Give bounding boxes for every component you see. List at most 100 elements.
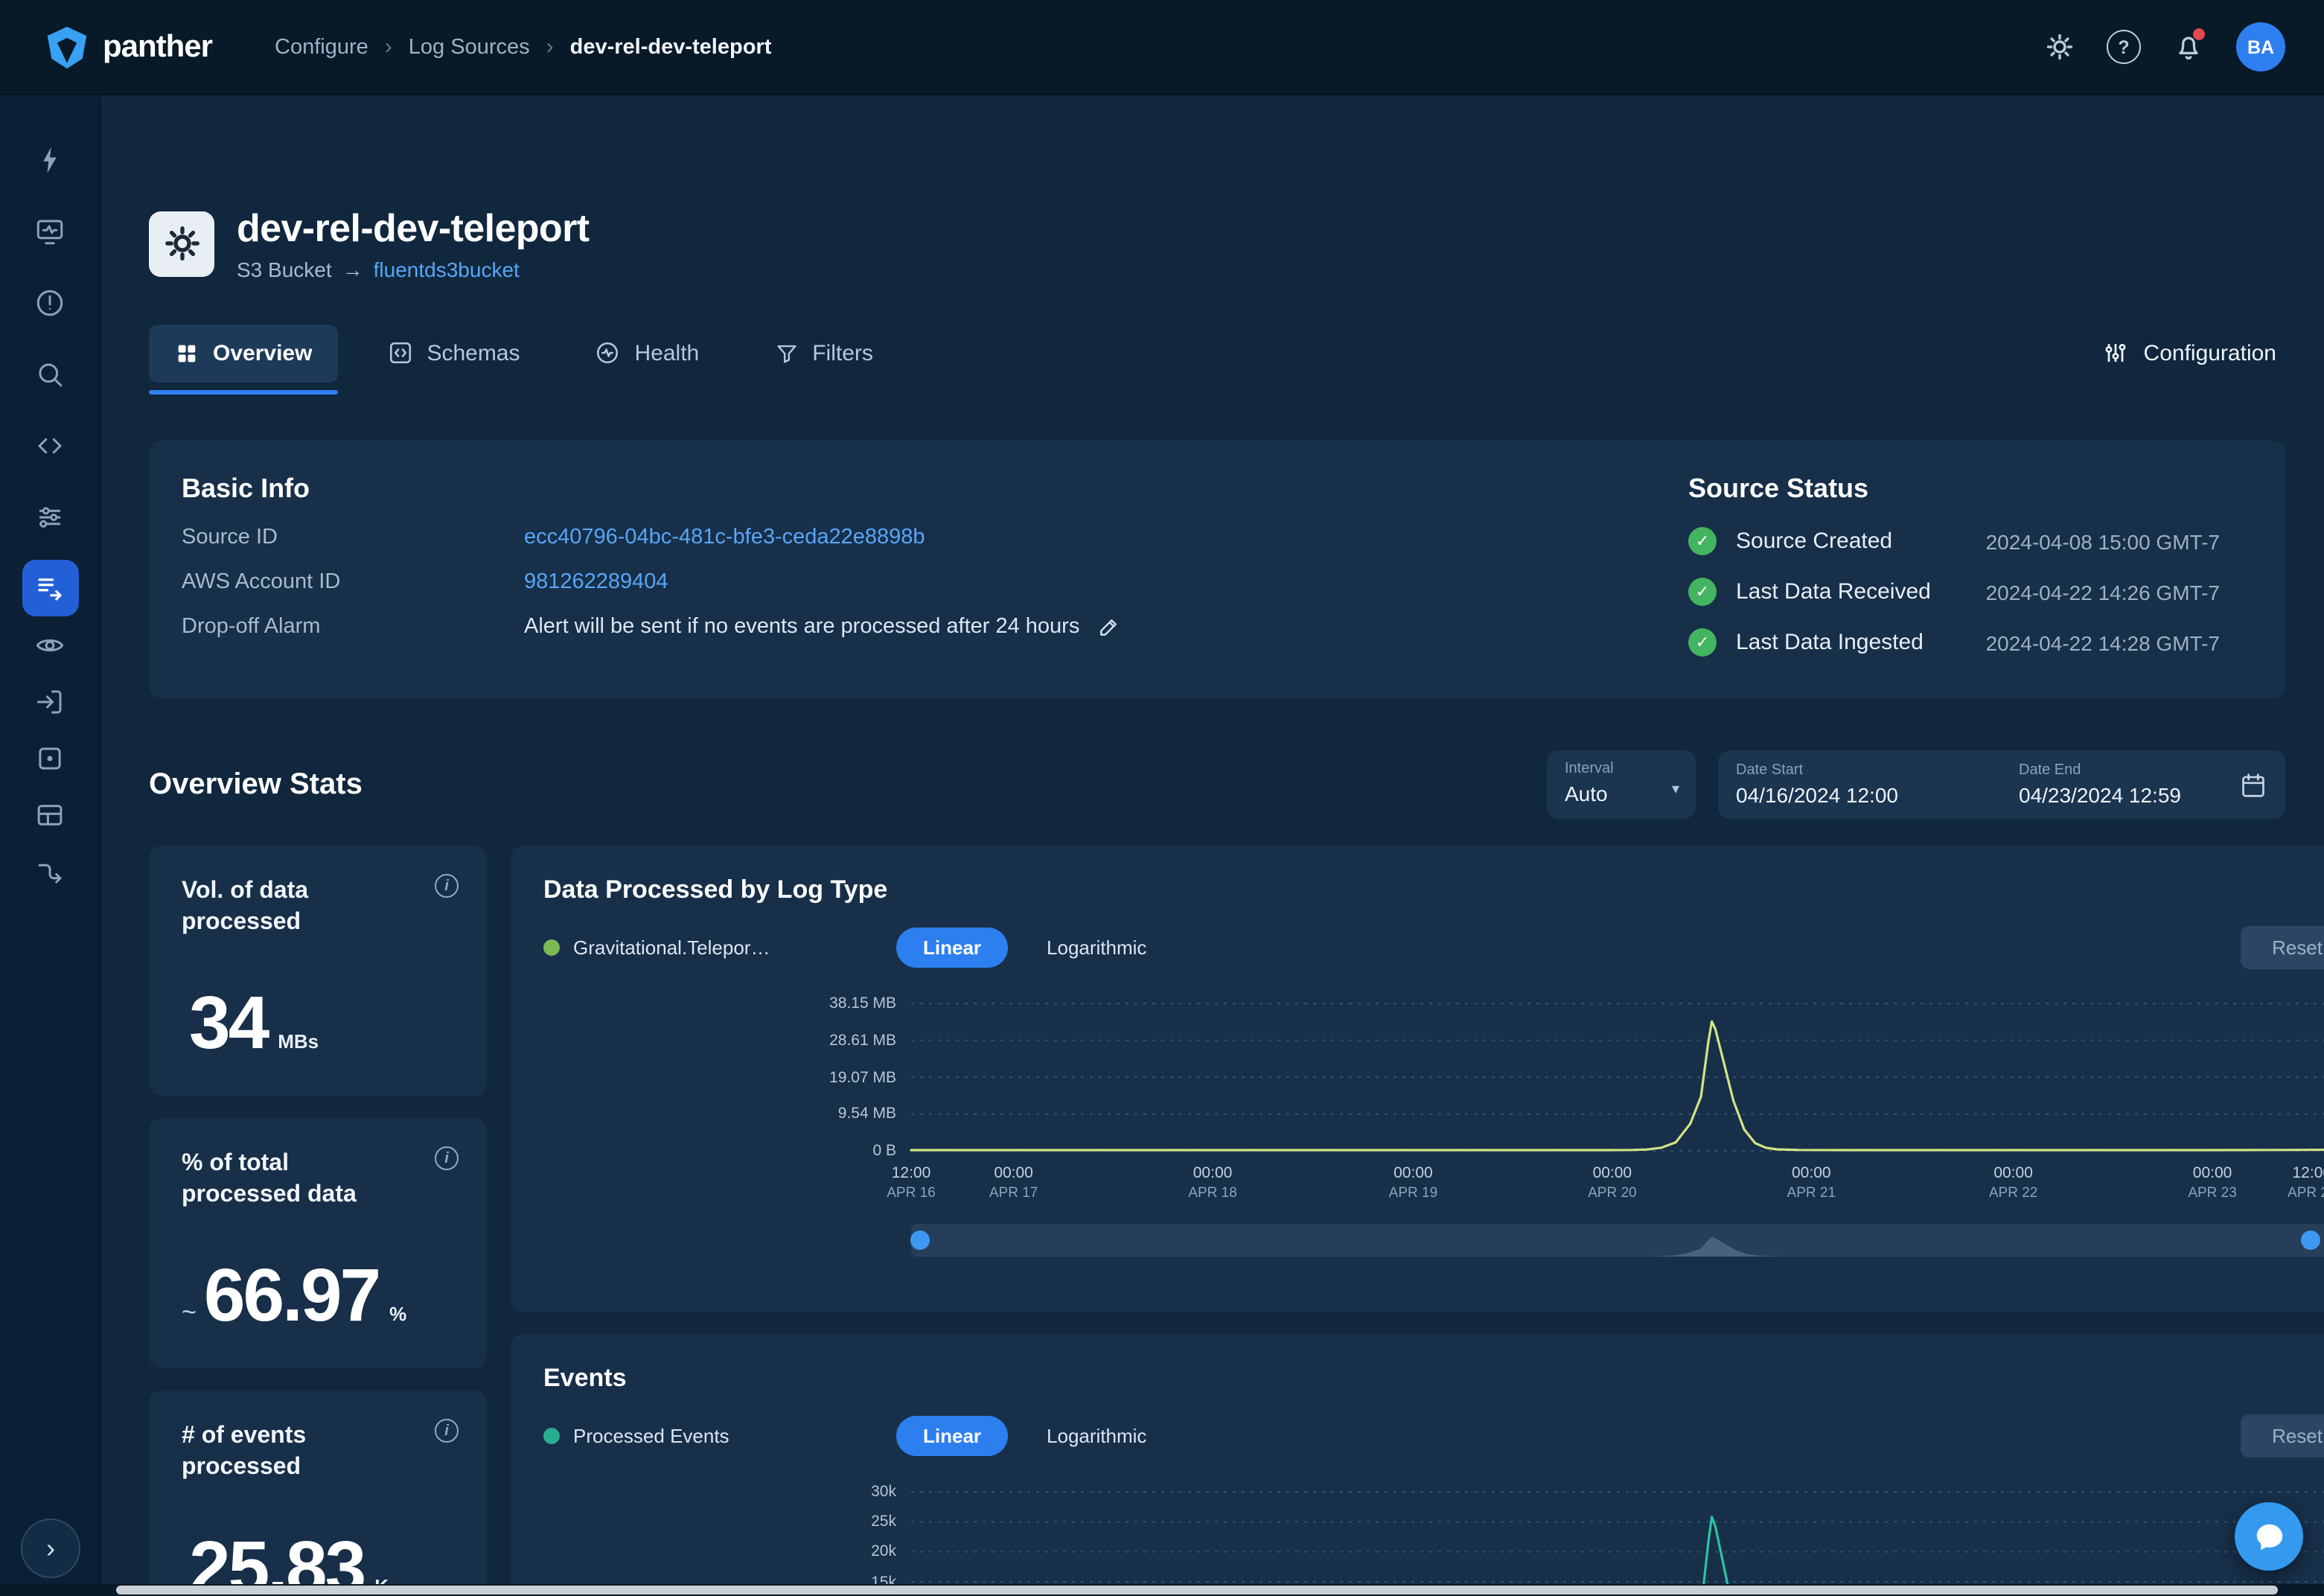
- source-type-label: S3 Bucket: [237, 258, 332, 281]
- chart-legend: Processed Events: [543, 1425, 896, 1447]
- configuration-button[interactable]: Configuration: [2093, 338, 2285, 368]
- date-start-group: Date Start 04/16/2024 12:00: [1736, 762, 2019, 807]
- sidebar-item-log-sources[interactable]: [22, 560, 78, 616]
- stat-value: 66.97: [204, 1258, 379, 1332]
- chart-plot[interactable]: [911, 1490, 2324, 1596]
- status-row: ✓ Last Data Ingested 2024-04-22 14:28 GM…: [1688, 628, 2220, 657]
- brush-handle-left[interactable]: [910, 1230, 930, 1250]
- app-window: panther Configure › Log Sources › dev-re…: [0, 0, 2324, 1596]
- sidebar-item-pipeline[interactable]: [22, 843, 78, 899]
- y-axis-label: 28.61 MB: [829, 1032, 896, 1050]
- aws-account-value[interactable]: 981262289404: [524, 570, 668, 594]
- info-icon[interactable]: i: [435, 1146, 459, 1170]
- stat-title: # of events processed: [182, 1420, 408, 1483]
- tab-overview[interactable]: Overview: [149, 324, 337, 382]
- source-bucket-link[interactable]: fluentds3bucket: [374, 258, 520, 281]
- horizontal-scrollbar[interactable]: [0, 1584, 2324, 1596]
- date-end-value: 04/23/2024 12:59: [2019, 783, 2181, 807]
- sidebar-item-flash[interactable]: [22, 131, 78, 188]
- user-avatar[interactable]: BA: [2236, 22, 2285, 71]
- legend-dot: [543, 1428, 560, 1444]
- x-axis-label: 00:00APR 18: [1188, 1164, 1237, 1203]
- date-end-label: Date End: [2019, 762, 2181, 779]
- page-header: dev-rel-dev-teleport S3 Bucket → fluentd…: [149, 205, 2285, 281]
- y-axis: 38.15 MB28.61 MB19.07 MB9.54 MB0 B: [543, 1002, 896, 1152]
- edit-dropoff-button[interactable]: [1097, 615, 1121, 639]
- sliders-icon: [34, 501, 66, 532]
- chart-toolbar: Gravitational.Telepor… Linear Logarithmi…: [543, 926, 2324, 969]
- brush-track: [911, 1224, 2324, 1257]
- status-date: 2024-04-22 14:28 GMT-7: [1986, 631, 2220, 654]
- search-icon: [34, 358, 66, 389]
- panther-logo[interactable]: panther: [36, 23, 221, 71]
- sidebar-item-monitor[interactable]: [22, 202, 78, 259]
- linear-scale-button[interactable]: Linear: [896, 928, 1008, 968]
- sidebar-item-package[interactable]: [22, 730, 78, 786]
- source-id-value[interactable]: ecc40796-04bc-481c-bfe3-ceda22e8898b: [524, 526, 925, 549]
- brush-minimap-svg: [911, 1230, 2324, 1257]
- settings-button[interactable]: [2044, 31, 2075, 63]
- sidebar-item-code[interactable]: [22, 417, 78, 473]
- basic-info-card: Basic Info Source ID ecc40796-04bc-481c-…: [149, 441, 2285, 698]
- stat-card-percent: % of total processed data i ~ 66.97 %: [149, 1118, 487, 1368]
- tab-label: Schemas: [427, 340, 520, 366]
- interval-select[interactable]: Interval Auto ▾: [1547, 750, 1696, 819]
- brush-minimap: [911, 1230, 2324, 1257]
- eye-icon: [34, 629, 66, 660]
- tab-health[interactable]: Health: [569, 323, 725, 383]
- log-source-logo: [149, 211, 214, 276]
- stats-controls: Interval Auto ▾ Date Start 04/16/2024 12…: [1547, 750, 2285, 819]
- stat-value: 34: [189, 986, 267, 1060]
- tab-filters[interactable]: Filters: [748, 324, 898, 382]
- time-range-brush[interactable]: [911, 1224, 2324, 1257]
- info-icon[interactable]: i: [435, 874, 459, 898]
- sidebar-item-eye[interactable]: [22, 616, 78, 673]
- tab-label: Filters: [812, 340, 873, 366]
- stat-title: Vol. of data processed: [182, 875, 408, 938]
- chart-title: Data Processed by Log Type: [543, 875, 2324, 905]
- breadcrumb: Configure › Log Sources › dev-rel-dev-te…: [275, 34, 771, 60]
- stat-unit: %: [389, 1303, 406, 1325]
- source-id-label: Source ID: [182, 526, 524, 549]
- breadcrumb-log-sources[interactable]: Log Sources: [409, 35, 530, 59]
- x-axis-label: 00:00APR 22: [1989, 1164, 2038, 1203]
- chevron-down-icon: ▾: [1672, 782, 1679, 798]
- y-axis-label: 19.07 MB: [829, 1068, 896, 1086]
- logo-text: panther: [103, 29, 212, 65]
- chevron-right-icon: ›: [385, 34, 392, 60]
- reset-button[interactable]: Reset: [2241, 1414, 2324, 1458]
- brush-handle-right[interactable]: [2301, 1230, 2320, 1250]
- linear-scale-button[interactable]: Linear: [896, 1416, 1008, 1456]
- date-range-picker[interactable]: Date Start 04/16/2024 12:00 Date End 04/…: [1718, 750, 2285, 819]
- sidebar-expand-button[interactable]: ›: [21, 1519, 80, 1578]
- y-axis-label: 25k: [871, 1513, 896, 1530]
- x-axis-label: 00:00APR 19: [1389, 1164, 1438, 1203]
- panther-logo-icon: [45, 25, 89, 69]
- reset-button[interactable]: Reset: [2241, 926, 2324, 969]
- info-icon[interactable]: i: [435, 1419, 459, 1443]
- scrollbar-thumb[interactable]: [116, 1586, 2278, 1595]
- logarithmic-scale-button[interactable]: Logarithmic: [1020, 1416, 1173, 1456]
- sidebar-item-import[interactable]: [22, 673, 78, 730]
- sidebar-item-tables[interactable]: [22, 786, 78, 843]
- source-status-title: Source Status: [1688, 473, 2220, 505]
- x-axis-label: 00:00APR 17: [989, 1164, 1038, 1203]
- logarithmic-scale-button[interactable]: Logarithmic: [1020, 928, 1173, 968]
- grid-icon: [174, 340, 199, 366]
- status-row: ✓ Last Data Received 2024-04-22 14:26 GM…: [1688, 578, 2220, 606]
- stat-cards-column: Vol. of data processed i 34 MBs % of tot…: [149, 846, 487, 1596]
- help-button[interactable]: ?: [2107, 30, 2141, 64]
- tab-schemas[interactable]: Schemas: [361, 323, 545, 383]
- chart-plot[interactable]: [911, 1002, 2324, 1152]
- configuration-label: Configuration: [2144, 340, 2276, 366]
- chevron-right-icon: ›: [546, 34, 554, 60]
- sidebar-item-sliders[interactable]: [22, 488, 78, 545]
- breadcrumb-configure[interactable]: Configure: [275, 35, 368, 59]
- calendar-button[interactable]: [2239, 770, 2267, 799]
- sidebar-item-alerts[interactable]: [22, 274, 78, 331]
- sidebar-item-search[interactable]: [22, 345, 78, 402]
- pencil-icon: [1097, 615, 1121, 639]
- chat-bubble-button[interactable]: [2235, 1502, 2303, 1571]
- notifications-button[interactable]: [2172, 31, 2205, 63]
- arrow-right-icon: →: [342, 258, 363, 281]
